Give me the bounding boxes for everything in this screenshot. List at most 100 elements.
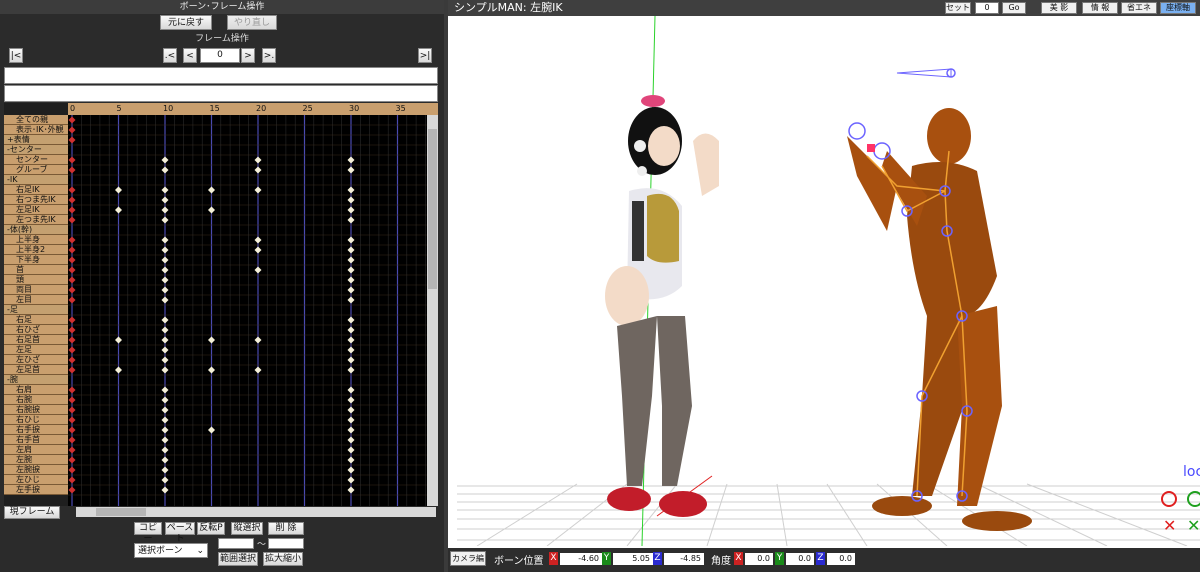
redo-button[interactable]: やり直し <box>227 15 277 30</box>
keyframe-marker[interactable] <box>68 276 76 284</box>
bone-row-label[interactable]: +表情 <box>4 135 68 145</box>
keyframe-marker[interactable] <box>161 286 169 294</box>
keyframe-marker[interactable] <box>68 346 76 354</box>
frame-number-input[interactable]: 0 <box>200 48 240 63</box>
keyframe-marker[interactable] <box>347 336 355 344</box>
3d-viewport[interactable]: loc ✕ ✕ <box>457 16 1200 546</box>
frame-ruler[interactable]: 0 5 10 15 20 25 30 35 <box>68 103 438 115</box>
set-button[interactable]: セット <box>945 2 971 14</box>
keyframe-marker[interactable] <box>161 456 169 464</box>
bone-select-dropdown[interactable]: 選択ボーン ⌄ <box>134 543 208 558</box>
keyframe-marker[interactable] <box>161 386 169 394</box>
keyframe-marker[interactable] <box>68 336 76 344</box>
bone-row-label[interactable]: -IK <box>4 175 68 185</box>
keyframe-marker[interactable] <box>347 316 355 324</box>
keyframe-marker[interactable] <box>161 276 169 284</box>
keyframe-marker[interactable] <box>68 476 76 484</box>
keyframe-marker[interactable] <box>68 206 76 214</box>
keyframe-marker[interactable] <box>208 336 215 344</box>
bone-row-label[interactable]: 左腕捩 <box>4 465 68 475</box>
bone-row-label[interactable]: 左ひじ <box>4 475 68 485</box>
pos-z-input[interactable]: -4.85 <box>664 553 704 565</box>
bone-row-label[interactable]: 右足首 <box>4 335 68 345</box>
bone-row-label[interactable]: 右手捩 <box>4 425 68 435</box>
bone-row-label[interactable]: 左足首 <box>4 365 68 375</box>
timeline[interactable]: 全ての親 表示･IK･外観 +表情 -センター センター グルーブ -IK 右足IK 右つま先I… <box>4 103 438 506</box>
keyframe-marker[interactable] <box>161 416 169 424</box>
keyframe-marker[interactable] <box>161 356 169 364</box>
keyframe-marker[interactable] <box>115 186 122 194</box>
keyframe-marker[interactable] <box>347 396 355 404</box>
keyframe-marker[interactable] <box>161 236 169 244</box>
keyframe-marker[interactable] <box>347 156 355 164</box>
keyframe-marker[interactable] <box>347 186 355 194</box>
keyframe-marker[interactable] <box>347 406 355 414</box>
keyframe-marker[interactable] <box>254 366 262 374</box>
keyframe-marker[interactable] <box>68 166 76 174</box>
keyframe-marker[interactable] <box>161 196 169 204</box>
keyframe-marker[interactable] <box>161 466 169 474</box>
keyframe-marker[interactable] <box>68 256 76 264</box>
keyframe-marker[interactable] <box>161 336 169 344</box>
keyframe-marker[interactable] <box>254 246 262 254</box>
info-button[interactable]: 情 報 <box>1082 2 1118 14</box>
keyframe-marker[interactable] <box>347 296 355 304</box>
keyframe-marker[interactable] <box>347 246 355 254</box>
prev-key-button[interactable]: .< <box>163 48 177 63</box>
bone-row-label[interactable]: 左目 <box>4 295 68 305</box>
bone-row-label[interactable]: 右腕 <box>4 395 68 405</box>
keyframe-marker[interactable] <box>68 436 76 444</box>
bone-row-label[interactable]: 右ひじ <box>4 415 68 425</box>
keyframe-marker[interactable] <box>68 366 76 374</box>
keyframe-marker[interactable] <box>68 186 76 194</box>
bone-row-label[interactable]: 右足IK <box>4 185 68 195</box>
keyframe-marker[interactable] <box>347 416 355 424</box>
keyframe-marker[interactable] <box>254 186 262 194</box>
bone-row-label[interactable]: 左肩 <box>4 445 68 455</box>
keyframe-marker[interactable] <box>161 366 169 374</box>
keyframe-marker[interactable] <box>161 476 169 484</box>
bone-row-label[interactable]: 両目 <box>4 285 68 295</box>
bone-row-label[interactable]: 左足 <box>4 345 68 355</box>
keyframe-marker[interactable] <box>68 396 76 404</box>
copy-button[interactable]: コピー <box>134 522 162 544</box>
keyframe-marker[interactable] <box>161 266 169 274</box>
keyframe-marker[interactable] <box>161 296 169 304</box>
keyframe-marker[interactable] <box>68 286 76 294</box>
bone-row-label[interactable]: 右手首 <box>4 435 68 445</box>
keyframe-marker[interactable] <box>68 356 76 364</box>
bone-row-label[interactable]: 首 <box>4 265 68 275</box>
bone-row-label[interactable]: 右腕捩 <box>4 405 68 415</box>
keyframe-marker[interactable] <box>68 296 76 304</box>
keyframe-marker[interactable] <box>68 316 76 324</box>
keyframe-marker[interactable] <box>161 166 169 174</box>
bone-row-label[interactable]: 左つま先IK <box>4 215 68 225</box>
keyframe-marker[interactable] <box>347 216 355 224</box>
coord-axis-button[interactable]: 座標軸 <box>1160 2 1196 14</box>
keyframe-marker[interactable] <box>161 326 169 334</box>
keyframe-marker[interactable] <box>161 406 169 414</box>
keyframe-marker[interactable] <box>68 326 76 334</box>
keyframe-marker[interactable] <box>347 326 355 334</box>
vertical-select-button[interactable]: 縦選択 <box>231 522 263 535</box>
next-key-button[interactable]: >. <box>262 48 276 63</box>
man-model[interactable] <box>847 68 1032 531</box>
keyframe-marker[interactable] <box>68 486 76 494</box>
scroll-thumb[interactable] <box>96 508 146 516</box>
keyframe-marker[interactable] <box>68 416 76 424</box>
bone-row-label[interactable]: 右つま先IK <box>4 195 68 205</box>
keyframe-marker[interactable] <box>68 456 76 464</box>
pos-y-input[interactable]: 5.05 <box>613 553 653 565</box>
keyframe-marker[interactable] <box>347 386 355 394</box>
keyframe-marker[interactable] <box>68 246 76 254</box>
scene[interactable]: loc ✕ ✕ <box>457 16 1200 546</box>
keyframe-marker[interactable] <box>68 156 76 164</box>
bone-row-label[interactable]: 右ひざ <box>4 325 68 335</box>
keyframe-marker[interactable] <box>208 426 215 434</box>
bone-row-label[interactable]: 左手捩 <box>4 485 68 495</box>
bone-row-label[interactable]: 頭 <box>4 275 68 285</box>
range-end-input[interactable] <box>268 538 304 549</box>
scroll-thumb[interactable] <box>428 129 437 289</box>
zoom-button[interactable]: 拡大縮小 <box>263 552 303 566</box>
keyframe-marker[interactable] <box>347 436 355 444</box>
